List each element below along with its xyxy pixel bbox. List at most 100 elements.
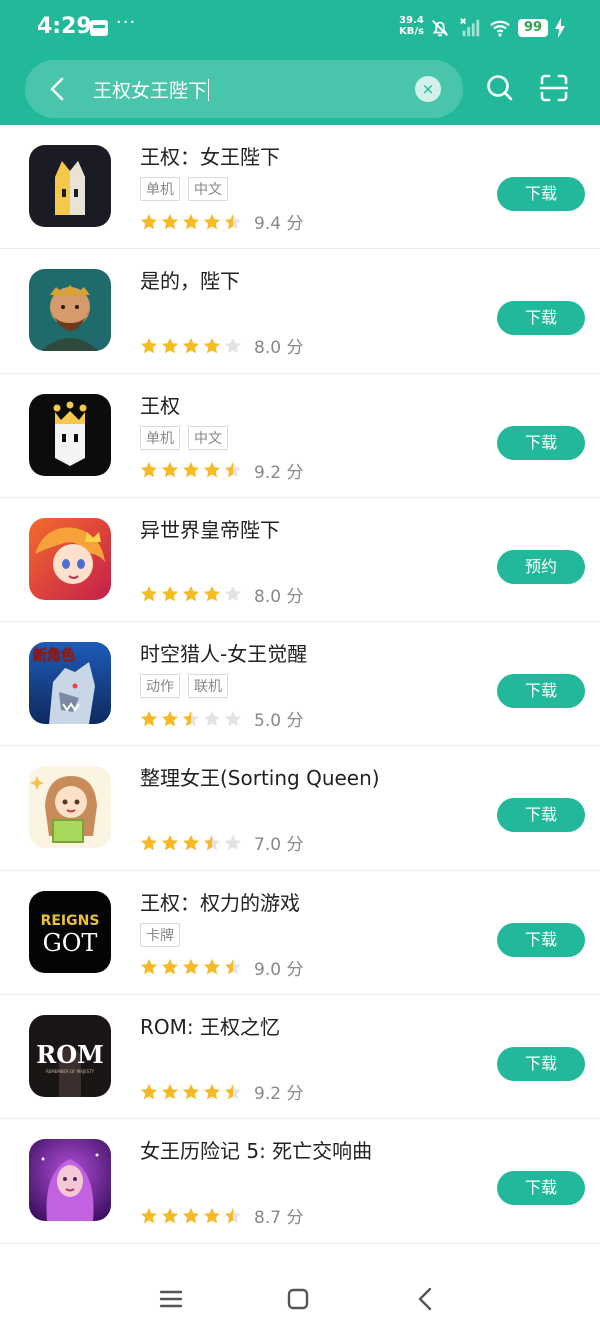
download-button[interactable]: 下载 xyxy=(497,922,585,957)
network-speed: 39.4 KB/s xyxy=(399,15,424,37)
list-item[interactable]: 王权 单机 中文 9.2 分 下载 xyxy=(0,374,600,498)
star-half-icon xyxy=(225,1207,241,1224)
download-button[interactable]: 下载 xyxy=(497,425,585,460)
app-rating: 8.7 分 xyxy=(140,1203,303,1228)
app-rating: 9.0 分 xyxy=(140,955,303,980)
app-tag: 中文 xyxy=(188,177,228,201)
star-rating xyxy=(140,834,242,852)
app-tag: 中文 xyxy=(188,425,228,450)
star-full-icon xyxy=(183,834,199,851)
app-rating: 9.2 分 xyxy=(140,1079,303,1104)
star-rating xyxy=(140,461,242,479)
star-rating xyxy=(140,213,242,231)
mute-bell-icon xyxy=(432,20,448,37)
app-icon-reigns-got[interactable]: REIGNS GOT xyxy=(29,890,111,973)
star-full-icon xyxy=(141,213,157,229)
network-speed-unit: KB/s xyxy=(399,26,424,37)
app-icon-reigns-her-majesty[interactable] xyxy=(29,145,111,227)
download-button[interactable]: 下载 xyxy=(497,1047,585,1082)
star-full-icon xyxy=(141,710,157,726)
got-bottom-text: GOT xyxy=(43,929,98,957)
star-full-icon xyxy=(141,1083,157,1099)
no-signal-icon xyxy=(460,18,480,37)
hunter-badge-text: 新角色 xyxy=(33,647,75,664)
star-full-icon xyxy=(141,586,157,602)
rating-score: 9.2 分 xyxy=(254,1084,304,1105)
star-full-icon xyxy=(162,213,178,229)
star-full-icon xyxy=(183,462,199,478)
app-rating: 7.0 分 xyxy=(140,830,303,855)
list-item[interactable]: 异世界皇帝陛下 8.0 分 预约 xyxy=(0,498,600,623)
app-icon-yes-your-grace[interactable] xyxy=(29,269,111,352)
app-rating: 8.0 分 xyxy=(140,582,303,607)
download-button[interactable]: 下载 xyxy=(497,798,585,833)
star-full-icon xyxy=(162,462,178,478)
reserve-button[interactable]: 预约 xyxy=(497,549,585,584)
list-item[interactable]: 是的，陛下 8.0 分 下载 xyxy=(0,249,600,374)
scan-icon[interactable] xyxy=(539,73,569,103)
star-full-icon xyxy=(141,462,157,478)
app-tags: 卡牌 xyxy=(140,922,180,947)
header: 4:29 ··· 39.4 KB/s 99 王权女王陛下 × xyxy=(0,0,600,125)
list-item[interactable]: ROM REMEMBER OF MAJESTY ROM: 王权之忆 9.2 分 … xyxy=(0,995,600,1120)
rating-score: 7.0 分 xyxy=(254,835,304,856)
search-bar[interactable]: 王权女王陛下 × xyxy=(25,60,463,118)
list-item[interactable]: 女王历险记 5: 死亡交响曲 8.7 分 下载 xyxy=(0,1119,600,1244)
star-empty-icon xyxy=(225,586,241,602)
app-name: 时空猎人-女王觉醒 xyxy=(140,642,308,667)
download-button[interactable]: 下载 xyxy=(497,177,585,211)
app-rating: 8.0 分 xyxy=(140,333,303,358)
download-button[interactable]: 下载 xyxy=(497,1171,585,1206)
app-icon-time-hunter[interactable]: 新角色 xyxy=(29,642,111,725)
recent-apps-icon[interactable] xyxy=(158,1286,184,1312)
rating-score: 9.0 分 xyxy=(254,959,304,980)
app-tag: 卡牌 xyxy=(140,922,180,947)
app-name: 整理女王(Sorting Queen) xyxy=(140,766,380,791)
rating-score: 8.0 分 xyxy=(254,586,304,607)
star-rating xyxy=(140,337,242,355)
star-full-icon xyxy=(162,586,178,602)
star-empty-icon xyxy=(225,710,241,726)
search-query: 王权女王陛下 xyxy=(93,80,208,102)
app-name: 异世界皇帝陛下 xyxy=(140,517,280,542)
rating-score: 9.4 分 xyxy=(254,214,304,234)
app-tag: 单机 xyxy=(140,177,180,201)
app-tags: 动作 联机 xyxy=(140,674,228,699)
app-icon-queens-quest[interactable] xyxy=(29,1139,111,1222)
back-arrow-icon[interactable] xyxy=(43,74,73,104)
search-input[interactable]: 王权女王陛下 xyxy=(93,76,210,103)
search-icon[interactable] xyxy=(485,73,515,103)
charging-icon xyxy=(555,18,565,38)
star-empty-icon xyxy=(225,834,241,851)
list-item[interactable]: 整理女王(Sorting Queen) 7.0 分 下载 xyxy=(0,746,600,871)
clear-search-button[interactable]: × xyxy=(415,76,441,102)
rating-score: 8.7 分 xyxy=(254,1208,304,1229)
home-icon[interactable] xyxy=(285,1286,311,1312)
back-icon[interactable] xyxy=(413,1286,439,1312)
download-button[interactable]: 下载 xyxy=(497,674,585,709)
star-half-icon xyxy=(204,834,220,851)
system-nav-bar xyxy=(0,1268,600,1333)
star-rating xyxy=(140,1207,242,1225)
download-button[interactable]: 下载 xyxy=(497,301,585,336)
list-item[interactable]: 王权：女王陛下 单机 中文 9.4 分 下载 xyxy=(0,125,600,250)
app-tag: 动作 xyxy=(140,674,180,699)
star-half-icon xyxy=(225,462,241,478)
star-full-icon xyxy=(183,337,199,353)
app-name: 是的，陛下 xyxy=(140,269,240,294)
list-item[interactable]: 新角色 时空猎人-女王觉醒 动作 联机 5.0 分 下载 xyxy=(0,622,600,747)
app-icon-reigns[interactable] xyxy=(29,393,111,476)
star-rating xyxy=(140,958,242,976)
rom-logo-text: ROM xyxy=(36,1040,103,1069)
star-full-icon xyxy=(183,1083,199,1099)
star-half-icon xyxy=(225,1083,241,1099)
got-top-text: REIGNS xyxy=(41,913,100,929)
app-icon-rom[interactable]: ROM REMEMBER OF MAJESTY xyxy=(29,1015,111,1098)
app-name: ROM: 王权之忆 xyxy=(140,1015,280,1040)
star-full-icon xyxy=(183,586,199,602)
list-item[interactable]: REIGNS GOT 王权：权力的游戏 卡牌 9.0 分 下载 xyxy=(0,871,600,996)
app-icon-isekai-emperor[interactable] xyxy=(29,517,111,600)
status-bar: 4:29 ··· 39.4 KB/s 99 xyxy=(0,0,600,58)
app-icon-sorting-queen[interactable] xyxy=(29,766,111,849)
app-tag: 联机 xyxy=(188,674,228,699)
